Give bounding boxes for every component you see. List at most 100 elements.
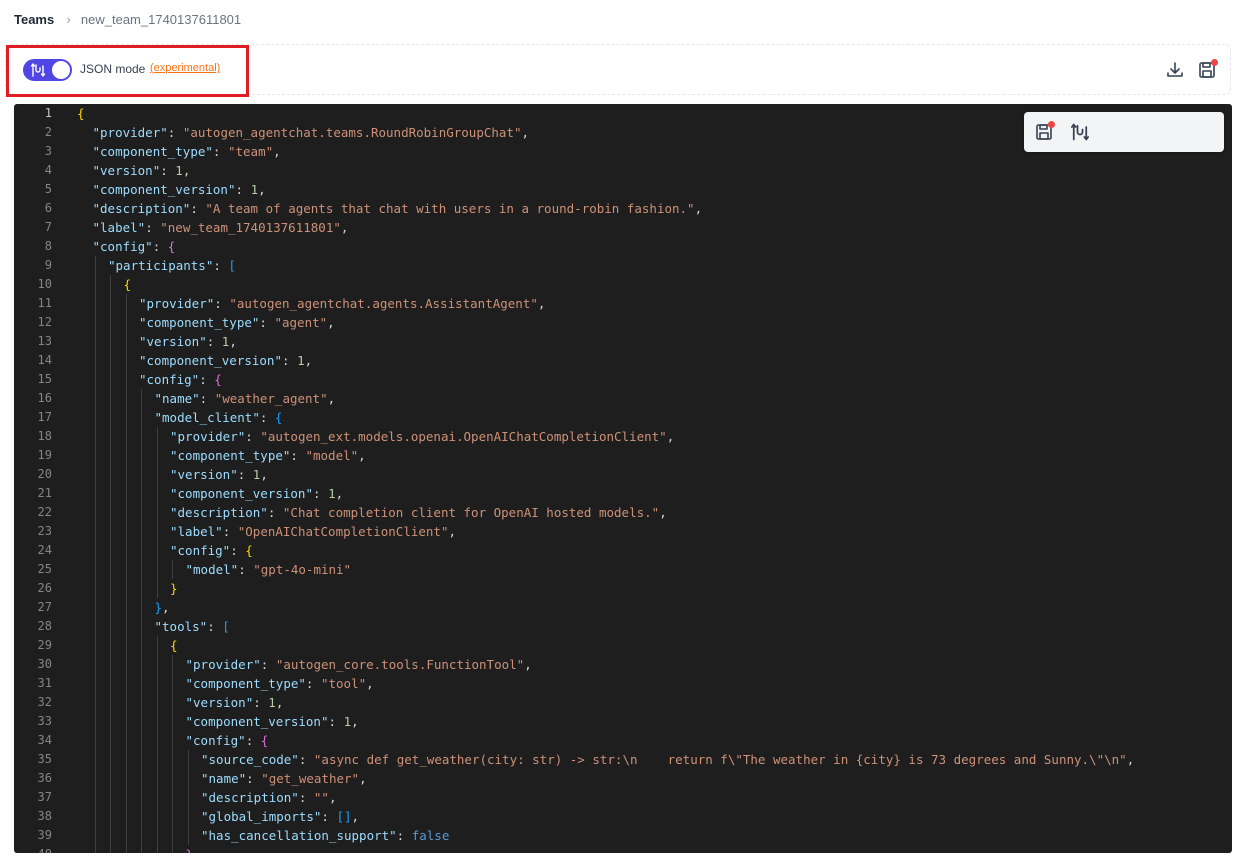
- indent-guide: [94, 769, 96, 788]
- code-text: "config": {: [170, 543, 253, 558]
- download-button[interactable]: [1165, 60, 1185, 80]
- indent-guide: [110, 712, 111, 731]
- code-text: "name": "get_weather",: [201, 771, 367, 786]
- indent-guide: [156, 807, 158, 826]
- line-number: 24: [37, 543, 52, 557]
- indent-guide: [156, 712, 158, 731]
- indent-guide: [187, 769, 189, 788]
- code-line: 16 "name": "weather_agent",: [14, 389, 1232, 408]
- indent-guide: [141, 522, 142, 541]
- indent-guide: [156, 503, 158, 522]
- code-line: 12 "component_type": "agent",: [14, 313, 1232, 332]
- code-text: "provider": "autogen_ext.models.openai.O…: [170, 429, 675, 444]
- code-text: "config": {: [185, 733, 269, 748]
- indent-guide: [94, 712, 96, 731]
- indent-guide: [156, 826, 158, 845]
- indent-guide: [156, 845, 158, 853]
- indent-guide: [141, 788, 142, 807]
- indent-guide: [141, 446, 142, 465]
- line-number: 38: [37, 809, 52, 823]
- indent-guide: [172, 655, 173, 674]
- line-number: 2: [44, 125, 52, 139]
- indent-guide: [141, 389, 142, 408]
- indent-guide: [94, 294, 96, 313]
- code-text: "version": 1,: [139, 334, 237, 349]
- floating-save-button[interactable]: [1034, 121, 1055, 142]
- indent-guide: [125, 655, 127, 674]
- line-number: 17: [37, 410, 52, 424]
- indent-guide: [94, 826, 96, 845]
- json-editor[interactable]: 1 {2 "provider": "autogen_agentchat.teams.…: [14, 104, 1232, 853]
- indent-guide: [187, 826, 189, 845]
- indent-guide: [94, 370, 96, 389]
- indent-guide: [156, 655, 158, 674]
- code-line: 13 "version": 1,: [14, 332, 1232, 351]
- indent-guide: [156, 731, 158, 750]
- indent-guide: [110, 484, 111, 503]
- code-text: "component_version": 1,: [170, 486, 344, 501]
- code-line: 5 "component_version": 1,: [14, 180, 1232, 199]
- indent-guide: [141, 693, 142, 712]
- indent-guide: [110, 579, 111, 598]
- indent-guide: [125, 845, 127, 853]
- code-line: 31 "component_type": "tool",: [14, 674, 1232, 693]
- save-button[interactable]: [1197, 59, 1218, 80]
- code-line: 23 "label": "OpenAIChatCompletionClient",: [14, 522, 1232, 541]
- code-text: {: [170, 638, 178, 653]
- code-text: "version": 1,: [185, 695, 284, 710]
- code-text: "component_type": "tool",: [185, 676, 374, 691]
- code-line: 17 "model_client": {: [14, 408, 1232, 427]
- indent-guide: [94, 427, 96, 446]
- indent-guide: [110, 446, 111, 465]
- code-line: 29 {: [14, 636, 1232, 655]
- indent-guide: [156, 674, 158, 693]
- code-line: 18 "provider": "autogen_ext.models.openai…: [14, 427, 1232, 446]
- indent-guide: [125, 332, 127, 351]
- code-text: "description": "Chat completion client f…: [170, 505, 667, 520]
- indent-guide: [125, 503, 127, 522]
- code-line: 37 "description": "",: [14, 788, 1232, 807]
- line-number: 27: [37, 600, 52, 614]
- code-text: "description": "A team of agents that ch…: [92, 201, 703, 216]
- indent-guide: [141, 598, 142, 617]
- indent-guide: [125, 598, 127, 617]
- code-line: 40}: [14, 845, 1232, 853]
- line-number: 34: [37, 733, 52, 747]
- indent-guide: [125, 769, 127, 788]
- json-mode-highlight: [6, 45, 249, 97]
- line-number: 18: [37, 429, 52, 443]
- code-line: 8 "config": {: [14, 237, 1232, 256]
- indent-guide: [125, 807, 127, 826]
- indent-guide: [94, 655, 96, 674]
- code-line: 4 "version": 1,: [14, 161, 1232, 180]
- code-text: "name": "weather_agent",: [154, 391, 336, 406]
- indent-guide: [156, 522, 158, 541]
- indent-guide: [141, 731, 142, 750]
- editor-floating-panel: [1024, 112, 1224, 152]
- indent-guide: [110, 598, 111, 617]
- indent-guide: [141, 503, 142, 522]
- line-number: 26: [37, 581, 52, 595]
- indent-guide: [125, 313, 127, 332]
- indent-guide: [156, 750, 158, 769]
- code-text: }: [186, 845, 194, 853]
- code-text: "model_client": {: [154, 410, 283, 425]
- breadcrumb-teams-link[interactable]: Teams: [14, 12, 54, 27]
- indent-guide: [125, 788, 127, 807]
- indent-guide: [110, 313, 111, 332]
- floating-json-toggle-button[interactable]: [1070, 122, 1090, 142]
- line-number: 35: [37, 752, 52, 766]
- indent-guide: [110, 788, 111, 807]
- code-text: "label": "new_team_1740137611801",: [92, 220, 349, 235]
- indent-guide: [94, 731, 96, 750]
- indent-guide: [125, 560, 127, 579]
- code-text: "tools": [: [154, 619, 230, 634]
- indent-guide: [110, 351, 111, 370]
- indent-guide: [110, 389, 111, 408]
- indent-guide: [141, 712, 142, 731]
- code-text: }: [170, 581, 178, 596]
- line-number: 13: [37, 334, 52, 348]
- indent-guide: [125, 389, 127, 408]
- code-text: "component_version": 1,: [92, 182, 266, 197]
- indent-guide: [141, 427, 142, 446]
